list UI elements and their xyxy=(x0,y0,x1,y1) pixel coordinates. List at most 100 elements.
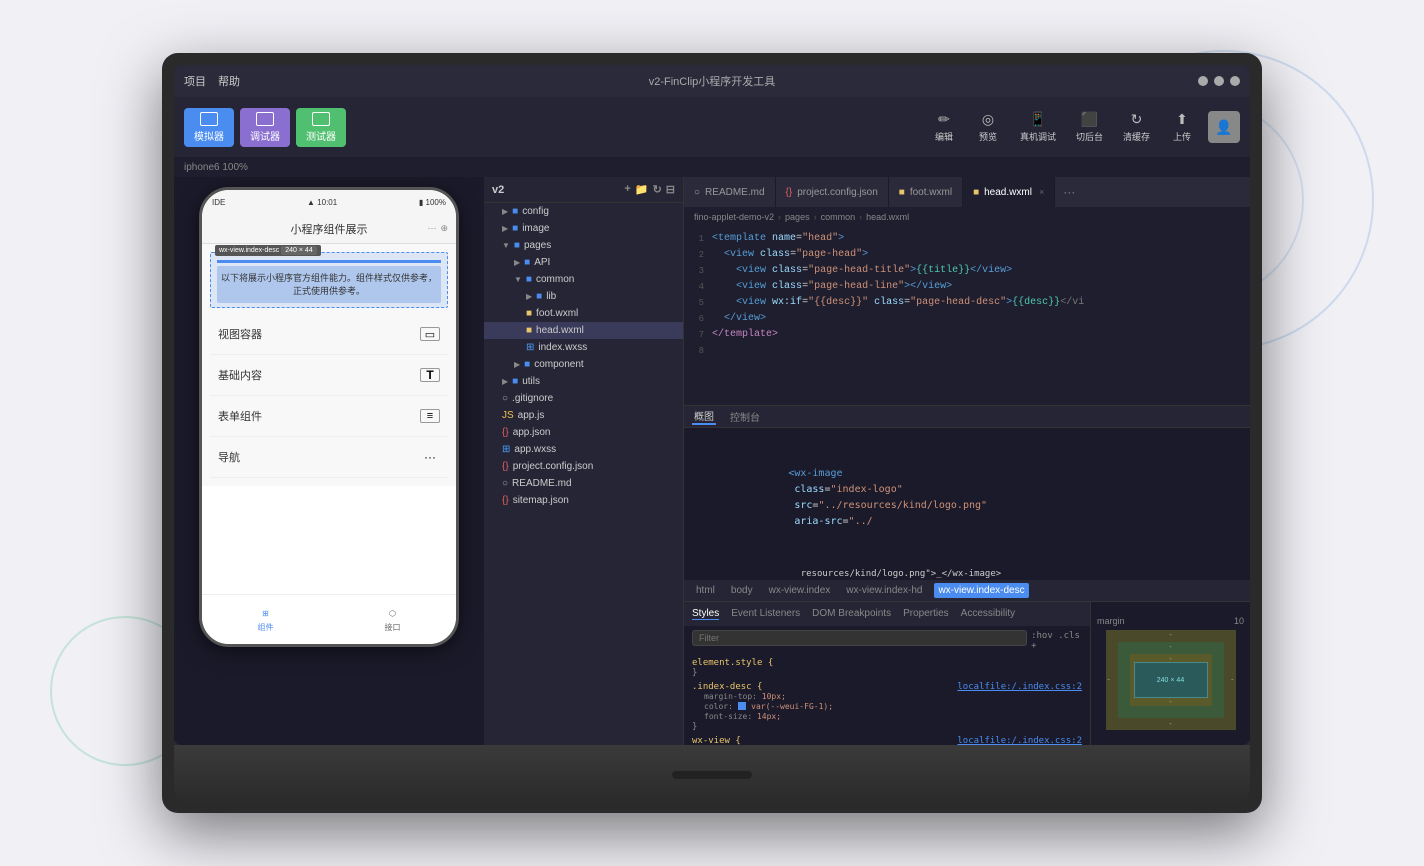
tree-item-api[interactable]: ▶ ■ API xyxy=(484,254,683,271)
tree-item-sitemap[interactable]: {} sitemap.json xyxy=(484,492,683,509)
box-model-content-val: 240 × 44 xyxy=(1157,677,1184,684)
folder-icon: ■ xyxy=(512,223,518,234)
debug-mode-button[interactable]: 调试器 xyxy=(240,108,290,147)
selector-html[interactable]: html xyxy=(692,583,719,598)
toolbar-upload[interactable]: ⬆ 上传 xyxy=(1164,111,1200,143)
styles-filter-input[interactable] xyxy=(692,630,1027,646)
app-title: v2-FinClip小程序开发工具 xyxy=(649,73,776,89)
test-mode-button[interactable]: 测试器 xyxy=(296,108,346,147)
tree-item-common[interactable]: ▼ ■ common xyxy=(484,271,683,288)
nav-icon: ··· xyxy=(420,450,440,464)
file-tree-panel: v2 + 📁 ↻ ⊟ ▶ ■ config xyxy=(484,177,684,745)
user-avatar[interactable]: 👤 xyxy=(1208,111,1240,143)
tree-item-foot-wxml[interactable]: ■ foot.wxml xyxy=(484,305,683,322)
code-editor[interactable]: 1 <template name="head"> 2 <view class="… xyxy=(684,227,1250,405)
tree-item-gitignore[interactable]: ○ .gitignore xyxy=(484,390,683,407)
toolbar-preview[interactable]: ◎ 预览 xyxy=(970,111,1006,143)
phone-title-bar: 小程序组件展示 ··· ⊕ xyxy=(202,214,456,244)
toolbar-device-debug[interactable]: 📱 真机调试 xyxy=(1014,111,1062,143)
tree-item-pages[interactable]: ▼ ■ pages xyxy=(484,237,683,254)
tab-head-wxml[interactable]: ■ head.wxml × xyxy=(963,177,1055,207)
folder-open-icon: ■ xyxy=(514,240,520,251)
styles-tab-dom-breakpoints[interactable]: DOM Breakpoints xyxy=(812,608,891,619)
file-collapse-icon[interactable]: ⊟ xyxy=(666,183,675,196)
tree-item-component[interactable]: ▶ ■ component xyxy=(484,356,683,373)
styles-panel: :hov .cls + element.style { } .index-de xyxy=(684,626,1090,746)
phone-section-views: 视图容器 ▭ xyxy=(210,314,448,355)
selector-wx-view-index-desc[interactable]: wx-view.index-desc xyxy=(934,583,1028,598)
nav-component[interactable]: ⊞ 组件 xyxy=(256,606,276,633)
maximize-button[interactable] xyxy=(1214,76,1224,86)
style-source-link[interactable]: localfile:/.index.css:2 xyxy=(957,682,1082,692)
code-line-8: 8 xyxy=(684,343,1250,359)
tab-foot-wxml[interactable]: ■ foot.wxml xyxy=(889,177,963,207)
code-line-3: 3 <view class="page-head-title">{{title}… xyxy=(684,263,1250,279)
styles-tab-properties[interactable]: Properties xyxy=(903,608,949,619)
device-icon: 📱 xyxy=(1029,111,1046,128)
folder-icon: ■ xyxy=(524,257,530,268)
toolbar-edit[interactable]: ✏ 编辑 xyxy=(926,111,962,143)
file-tree-actions: + 📁 ↻ ⊟ xyxy=(624,183,675,196)
tree-item-project-config[interactable]: {} project.config.json xyxy=(484,458,683,475)
test-icon xyxy=(312,112,330,126)
tree-item-readme[interactable]: ○ README.md xyxy=(484,475,683,492)
toolbar-background[interactable]: ⬛ 切后台 xyxy=(1070,111,1109,143)
selector-body[interactable]: body xyxy=(727,583,757,598)
code-line-2: 2 <view class="page-head"> xyxy=(684,247,1250,263)
box-model-margin-val: 10 xyxy=(1234,616,1244,626)
simulate-mode-button[interactable]: 模拟器 xyxy=(184,108,234,147)
tree-item-app-json[interactable]: {} app.json xyxy=(484,424,683,441)
styles-tab-event-listeners[interactable]: Event Listeners xyxy=(731,608,800,619)
selector-wx-view-index[interactable]: wx-view.index xyxy=(765,583,835,598)
laptop-base xyxy=(174,745,1250,805)
file-folder-icon[interactable]: 📁 xyxy=(635,183,649,196)
tree-item-app-js[interactable]: JS app.js xyxy=(484,407,683,424)
md-file-icon: ○ xyxy=(502,478,508,489)
folder-icon: ■ xyxy=(512,206,518,217)
tree-item-image[interactable]: ▶ ■ image xyxy=(484,220,683,237)
background-icon: ⬛ xyxy=(1081,111,1098,128)
tree-item-app-wxss[interactable]: ⊞ app.wxss xyxy=(484,441,683,458)
tree-item-head-wxml[interactable]: ■ head.wxml xyxy=(484,322,683,339)
laptop-frame: 项目 帮助 v2-FinClip小程序开发工具 模拟器 xyxy=(162,53,1262,813)
panel-tab-overview[interactable]: 概图 xyxy=(692,408,716,425)
breadcrumb: fino-applet-demo-v2 › pages › common › h… xyxy=(684,207,1250,227)
tab-project-config[interactable]: {} project.config.json xyxy=(776,177,889,207)
panel-tab-console[interactable]: 控制台 xyxy=(728,409,762,424)
phone-section-form: 表单组件 ≡ xyxy=(210,396,448,437)
tab-more-button[interactable]: ··· xyxy=(1055,185,1083,199)
styles-panel-tabs: Styles Event Listeners DOM Breakpoints P… xyxy=(684,602,1090,626)
phone-section-basic: 基础内容 T xyxy=(210,355,448,396)
styles-tab-styles[interactable]: Styles xyxy=(692,608,719,620)
form-icon: ≡ xyxy=(420,409,440,423)
toolbar-clear-cache[interactable]: ↻ 清缓存 xyxy=(1117,111,1156,143)
style-source-wx-view[interactable]: localfile:/.index.css:2 xyxy=(957,736,1082,746)
tree-item-index-wxss[interactable]: ⊞ index.wxss xyxy=(484,339,683,356)
code-line-1: 1 <template name="head"> xyxy=(684,231,1250,247)
tree-item-lib[interactable]: ▶ ■ lib xyxy=(484,288,683,305)
tree-item-config[interactable]: ▶ ■ config xyxy=(484,203,683,220)
styles-filter-suffix: :hov .cls + xyxy=(1031,631,1082,651)
tab-readme[interactable]: ○ README.md xyxy=(684,177,776,207)
phone-section-nav: 导航 ··· xyxy=(210,437,448,478)
mode-buttons: 模拟器 调试器 测试器 xyxy=(184,108,346,147)
tree-item-utils[interactable]: ▶ ■ utils xyxy=(484,373,683,390)
styles-tab-accessibility[interactable]: Accessibility xyxy=(961,608,1015,619)
close-button[interactable] xyxy=(1230,76,1240,86)
phone-frame: IDE ▲ 10:01 ▮ 100% 小程序组件展示 ··· ⊕ xyxy=(199,187,459,647)
tab-close-icon[interactable]: × xyxy=(1039,187,1044,197)
selector-wx-view-index-hd[interactable]: wx-view.index-hd xyxy=(842,583,926,598)
minimize-button[interactable] xyxy=(1198,76,1208,86)
code-line-5: 5 <view wx:if="{{desc}}" class="page-hea… xyxy=(684,295,1250,311)
folder-icon: ■ xyxy=(512,376,518,387)
simulate-icon xyxy=(200,112,218,126)
file-new-icon[interactable]: + xyxy=(624,183,630,196)
nav-api[interactable]: ⬡ 接口 xyxy=(383,606,403,633)
menu-help[interactable]: 帮助 xyxy=(218,73,240,89)
component-highlight-box: wx-view.index-desc 240 × 44 以下将展示小程序官方组件… xyxy=(210,252,448,308)
menu-project[interactable]: 项目 xyxy=(184,73,206,89)
wxss-file-icon: ⊞ xyxy=(502,444,510,455)
html-tree-line-1[interactable]: <wx-image class="index-logo" src="../res… xyxy=(684,432,1250,548)
phone-bottom-nav: ⊞ 组件 ⬡ 接口 xyxy=(202,594,456,644)
file-refresh-icon[interactable]: ↻ xyxy=(653,183,662,196)
